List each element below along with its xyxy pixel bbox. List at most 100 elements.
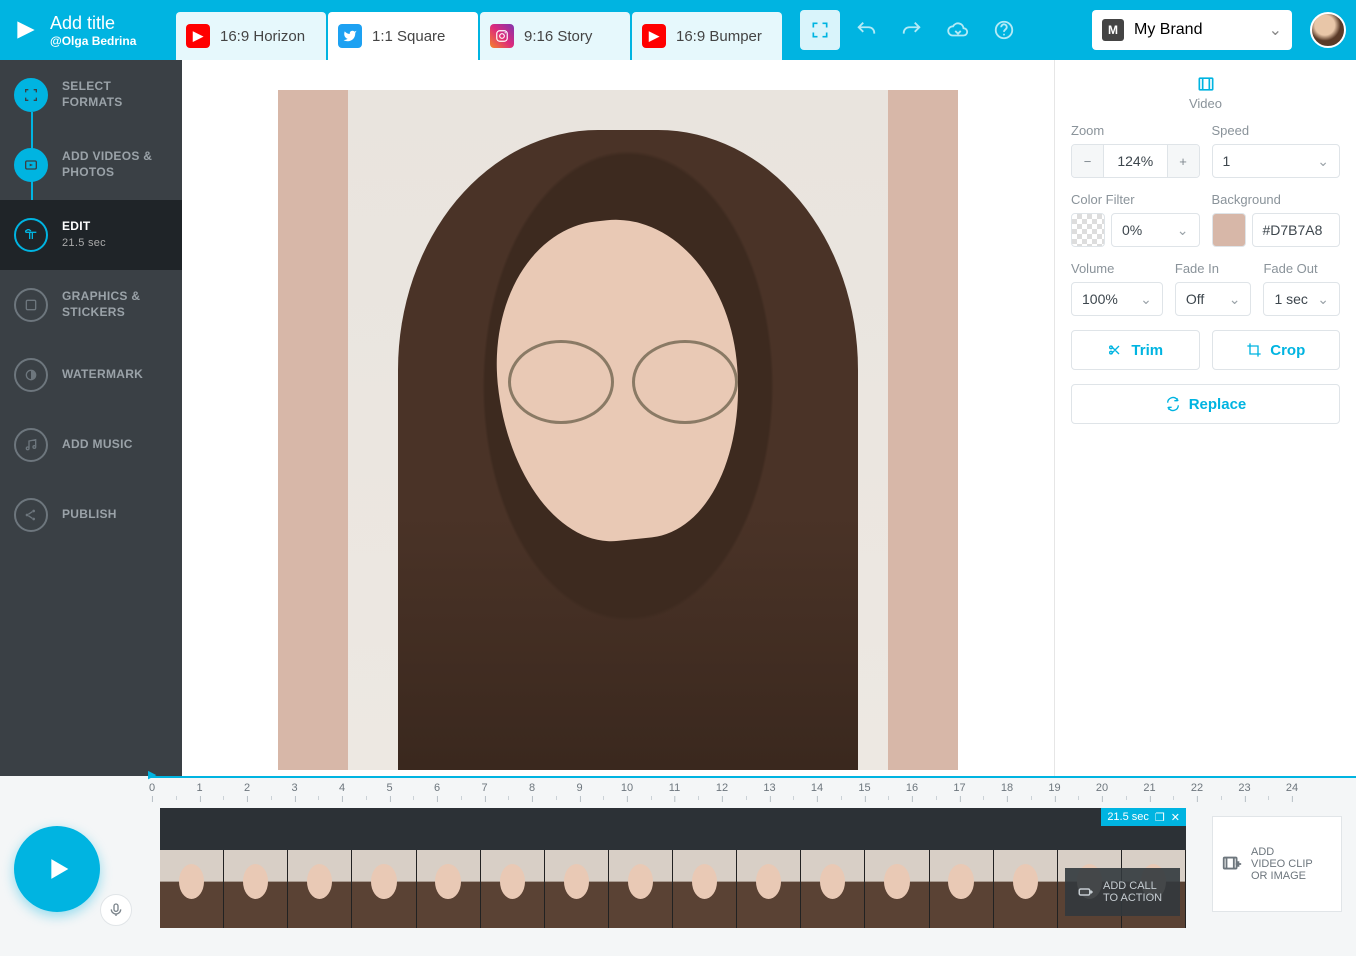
add-clip-button[interactable]: ADDVIDEO CLIPOR IMAGE bbox=[1212, 816, 1342, 912]
format-tab-horizontal[interactable]: ▶ 16:9 Horizon bbox=[176, 12, 326, 60]
crop-button[interactable]: Crop bbox=[1212, 330, 1341, 370]
format-tab-bumper[interactable]: ▶ 16:9 Bumper bbox=[632, 12, 782, 60]
volume-label: Volume bbox=[1071, 261, 1163, 276]
instagram-icon bbox=[490, 24, 514, 48]
background-label: Background bbox=[1212, 192, 1341, 207]
time-ruler[interactable]: ▶ 01234567891011121314151617181920212223… bbox=[148, 776, 1356, 804]
format-tab-label: 16:9 Horizon bbox=[220, 28, 305, 45]
ruler-tick: 19 bbox=[1048, 782, 1060, 794]
chevron-down-icon: ⌄ bbox=[1269, 20, 1282, 40]
ruler-tick: 4 bbox=[339, 782, 345, 794]
chevron-down-icon: ⌄ bbox=[1140, 291, 1152, 308]
ruler-tick: 7 bbox=[481, 782, 487, 794]
ruler-tick: 5 bbox=[386, 782, 392, 794]
clip-duration-tag: 21.5 sec ❐ ✕ bbox=[1101, 808, 1186, 826]
ruler-tick: 9 bbox=[576, 782, 582, 794]
panel-title: Video bbox=[1071, 96, 1340, 111]
background-swatch[interactable] bbox=[1212, 213, 1246, 247]
canvas-area[interactable] bbox=[182, 60, 1054, 776]
speed-select[interactable]: 1⌄ bbox=[1212, 144, 1341, 178]
media-icon bbox=[14, 148, 48, 182]
music-icon bbox=[14, 428, 48, 462]
step-watermark[interactable]: WATERMARK bbox=[0, 340, 182, 410]
play-button[interactable] bbox=[14, 826, 100, 912]
voiceover-button[interactable] bbox=[100, 894, 132, 926]
video-track[interactable]: 21.5 sec ❐ ✕ ADDTEXT ADD CALLTO ACTION bbox=[160, 808, 1186, 928]
resize-button[interactable] bbox=[800, 10, 840, 50]
ruler-tick: 21 bbox=[1143, 782, 1155, 794]
format-tab-square[interactable]: 1:1 Square bbox=[328, 12, 478, 60]
zoom-plus-button[interactable]: + bbox=[1167, 145, 1199, 177]
twitter-icon bbox=[338, 24, 362, 48]
speed-label: Speed bbox=[1212, 123, 1341, 138]
brand-dropdown[interactable]: M My Brand ⌄ bbox=[1092, 10, 1292, 50]
chevron-down-icon: ⌄ bbox=[1317, 291, 1329, 308]
brand-badge: M bbox=[1102, 19, 1124, 41]
youtube-icon: ▶ bbox=[642, 24, 666, 48]
project-title-block[interactable]: Add title @Olga Bedrina bbox=[50, 13, 160, 48]
step-graphics[interactable]: GRAPHICS & STICKERS bbox=[0, 270, 182, 340]
step-add-videos[interactable]: ADD VIDEOS & PHOTOS bbox=[0, 130, 182, 200]
redo-button[interactable] bbox=[892, 10, 932, 50]
ruler-tick: 18 bbox=[1001, 782, 1013, 794]
ruler-tick: 6 bbox=[434, 782, 440, 794]
project-title[interactable]: Add title bbox=[50, 13, 160, 34]
ruler-tick: 24 bbox=[1286, 782, 1298, 794]
ruler-tick: 22 bbox=[1191, 782, 1203, 794]
filter-select[interactable]: 0%⌄ bbox=[1111, 213, 1200, 247]
project-author: @Olga Bedrina bbox=[50, 34, 160, 48]
fadein-select[interactable]: Off⌄ bbox=[1175, 282, 1252, 316]
sticker-icon bbox=[14, 288, 48, 322]
youtube-icon: ▶ bbox=[186, 24, 210, 48]
step-label: ADD VIDEOS & PHOTOS bbox=[62, 149, 168, 180]
ruler-tick: 16 bbox=[906, 782, 918, 794]
format-tab-story[interactable]: 9:16 Story bbox=[480, 12, 630, 60]
watermark-icon bbox=[14, 358, 48, 392]
color-filter-label: Color Filter bbox=[1071, 192, 1200, 207]
undo-button[interactable] bbox=[846, 10, 886, 50]
app-logo[interactable] bbox=[10, 14, 42, 46]
close-icon[interactable]: ✕ bbox=[1171, 811, 1180, 824]
step-select-formats[interactable]: SELECT FORMATS bbox=[0, 60, 182, 130]
fadeout-select[interactable]: 1 sec⌄ bbox=[1263, 282, 1340, 316]
step-duration: 21.5 sec bbox=[62, 237, 106, 249]
edit-icon bbox=[14, 218, 48, 252]
trim-button[interactable]: Trim bbox=[1071, 330, 1200, 370]
share-icon bbox=[14, 498, 48, 532]
help-button[interactable] bbox=[984, 10, 1024, 50]
properties-panel: Video Zoom − 124% + Speed 1⌄ Color Filte… bbox=[1054, 60, 1356, 776]
brand-label: My Brand bbox=[1134, 21, 1202, 39]
format-tab-label: 16:9 Bumper bbox=[676, 28, 762, 45]
chevron-down-icon: ⌄ bbox=[1317, 153, 1329, 170]
playhead-icon[interactable]: ▶ bbox=[148, 768, 156, 781]
step-edit[interactable]: EDIT 21.5 sec bbox=[0, 200, 182, 270]
step-music[interactable]: ADD MUSIC bbox=[0, 410, 182, 480]
background-value[interactable]: #D7B7A8 bbox=[1252, 213, 1341, 247]
formats-icon bbox=[14, 78, 48, 112]
ruler-tick: 20 bbox=[1096, 782, 1108, 794]
ruler-tick: 10 bbox=[621, 782, 633, 794]
add-cta-button[interactable]: ADD CALLTO ACTION bbox=[1065, 868, 1180, 916]
format-tab-label: 9:16 Story bbox=[524, 28, 592, 45]
ruler-tick: 2 bbox=[244, 782, 250, 794]
fadein-label: Fade In bbox=[1175, 261, 1252, 276]
zoom-minus-button[interactable]: − bbox=[1072, 145, 1104, 177]
step-label: GRAPHICS & STICKERS bbox=[62, 289, 168, 320]
replace-button[interactable]: Replace bbox=[1071, 384, 1340, 424]
ruler-tick: 3 bbox=[291, 782, 297, 794]
step-label: EDIT 21.5 sec bbox=[62, 219, 106, 250]
video-frame[interactable] bbox=[278, 90, 958, 770]
zoom-value[interactable]: 124% bbox=[1104, 145, 1167, 177]
cloud-save-button[interactable] bbox=[938, 10, 978, 50]
user-avatar[interactable] bbox=[1310, 12, 1346, 48]
header-actions bbox=[800, 10, 1024, 50]
step-label: WATERMARK bbox=[62, 367, 143, 383]
step-publish[interactable]: PUBLISH bbox=[0, 480, 182, 550]
duplicate-icon[interactable]: ❐ bbox=[1155, 811, 1165, 824]
filter-swatch[interactable] bbox=[1071, 213, 1105, 247]
format-tabs: ▶ 16:9 Horizon 1:1 Square 9:16 Story ▶ 1… bbox=[176, 6, 784, 60]
volume-select[interactable]: 100%⌄ bbox=[1071, 282, 1163, 316]
clip-thumbnails[interactable] bbox=[160, 850, 1186, 928]
panel-header: Video bbox=[1071, 74, 1340, 111]
ruler-tick: 23 bbox=[1238, 782, 1250, 794]
